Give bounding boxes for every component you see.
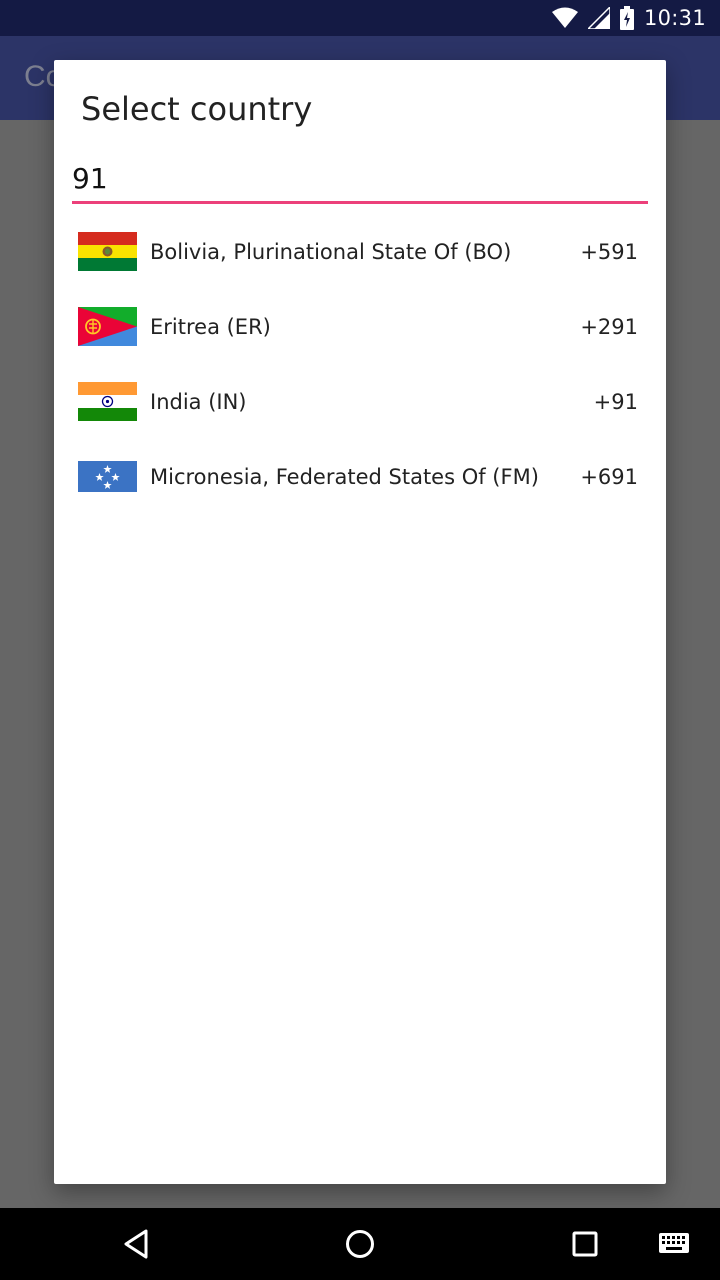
select-country-dialog: Select country Bolivia, Plurinational St…: [54, 60, 666, 1184]
country-list: Bolivia, Plurinational State Of (BO) +59…: [54, 214, 666, 514]
country-search-input[interactable]: [72, 156, 648, 201]
country-name: Eritrea (ER): [150, 314, 271, 339]
dialog-title: Select country: [81, 90, 313, 128]
back-icon[interactable]: [118, 1226, 154, 1262]
country-code: +91: [593, 389, 638, 414]
india-flag-icon: [78, 382, 137, 421]
bolivia-flag-icon: [78, 232, 137, 271]
status-bar: 10:31: [0, 0, 720, 36]
country-item-india[interactable]: India (IN) +91: [54, 364, 666, 439]
status-time: 10:31: [643, 6, 706, 30]
home-icon[interactable]: [342, 1226, 378, 1262]
country-code: +691: [580, 464, 638, 489]
wifi-icon: [551, 7, 578, 29]
navigation-bar: [0, 1208, 720, 1280]
country-name: India (IN): [150, 389, 247, 414]
signal-icon: [587, 7, 610, 29]
country-name: Bolivia, Plurinational State Of (BO): [150, 239, 512, 264]
country-item-micronesia[interactable]: Micronesia, Federated States Of (FM) +69…: [54, 439, 666, 514]
country-item-bolivia[interactable]: Bolivia, Plurinational State Of (BO) +59…: [54, 214, 666, 289]
country-code: +291: [580, 314, 638, 339]
country-name: Micronesia, Federated States Of (FM): [150, 464, 539, 489]
battery-charging-icon: [619, 6, 634, 30]
micronesia-flag-icon: [78, 461, 137, 492]
search-field: [72, 156, 648, 204]
country-code: +591: [580, 239, 638, 264]
keyboard-icon[interactable]: [656, 1226, 692, 1262]
recents-icon[interactable]: [567, 1226, 603, 1262]
country-item-eritrea[interactable]: Eritrea (ER) +291: [54, 289, 666, 364]
eritrea-flag-icon: [78, 307, 137, 346]
